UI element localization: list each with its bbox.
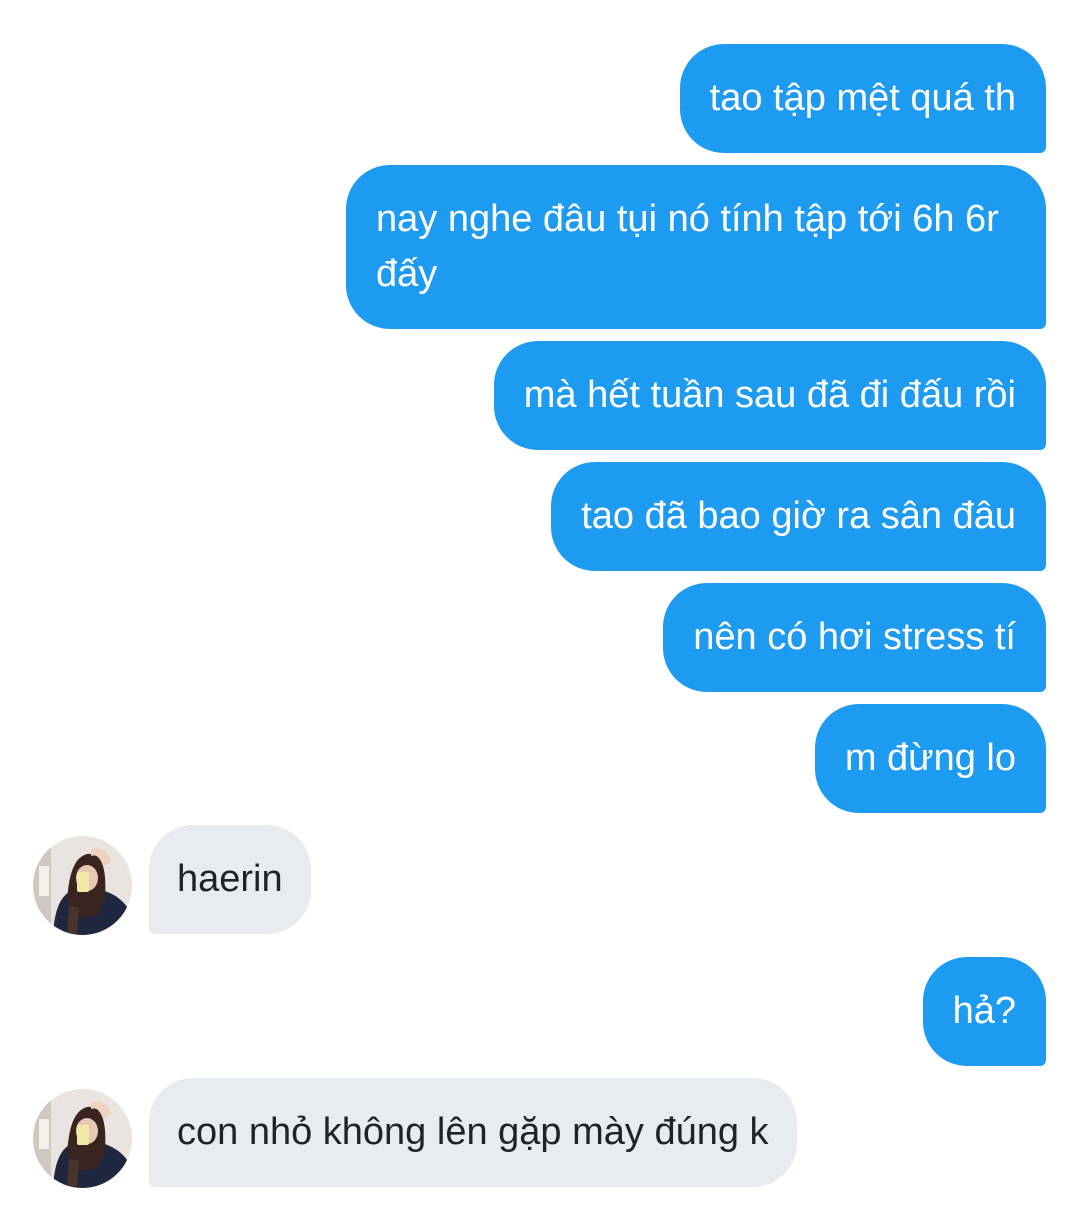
sent-message-bubble[interactable]: nay nghe đâu tụi nó tính tập tới 6h 6r đ… [346, 165, 1046, 329]
message-text: tao tập mệt quá th [709, 77, 1016, 119]
sent-message-bubble[interactable]: nên có hơi stress tí [663, 583, 1046, 692]
sent-message-bubble[interactable]: hả? [922, 957, 1046, 1066]
sent-message-bubble[interactable]: tao đã bao giờ ra sân đâu [551, 462, 1046, 571]
message-text: mà hết tuần sau đã đi đấu rồi [523, 374, 1016, 416]
message-text: tao đã bao giờ ra sân đâu [581, 495, 1016, 537]
message-text: con nhỏ không lên gặp mày đúng k [177, 1111, 769, 1153]
received-message-bubble[interactable]: haerin [149, 825, 311, 934]
contact-avatar[interactable] [33, 836, 132, 935]
message-text: hả? [952, 990, 1016, 1032]
contact-avatar[interactable] [33, 1089, 132, 1188]
message-text: nay nghe đâu tụi nó tính tập tới 6h 6r đ… [376, 198, 999, 295]
avatar-photo-icon [33, 836, 132, 935]
sent-message-bubble[interactable]: m đừng lo [814, 704, 1046, 813]
avatar-photo-icon [33, 1089, 132, 1188]
sent-message-bubble[interactable]: tao tập mệt quá th [679, 44, 1046, 153]
message-thread: tao tập mệt quá th nay nghe đâu tụi nó t… [0, 0, 1080, 1205]
received-message-bubble[interactable]: con nhỏ không lên gặp mày đúng k [149, 1078, 797, 1187]
message-text: m đừng lo [844, 737, 1016, 779]
message-text: nên có hơi stress tí [693, 616, 1016, 658]
sent-message-bubble[interactable]: mà hết tuần sau đã đi đấu rồi [493, 341, 1046, 450]
message-text: haerin [177, 858, 283, 900]
